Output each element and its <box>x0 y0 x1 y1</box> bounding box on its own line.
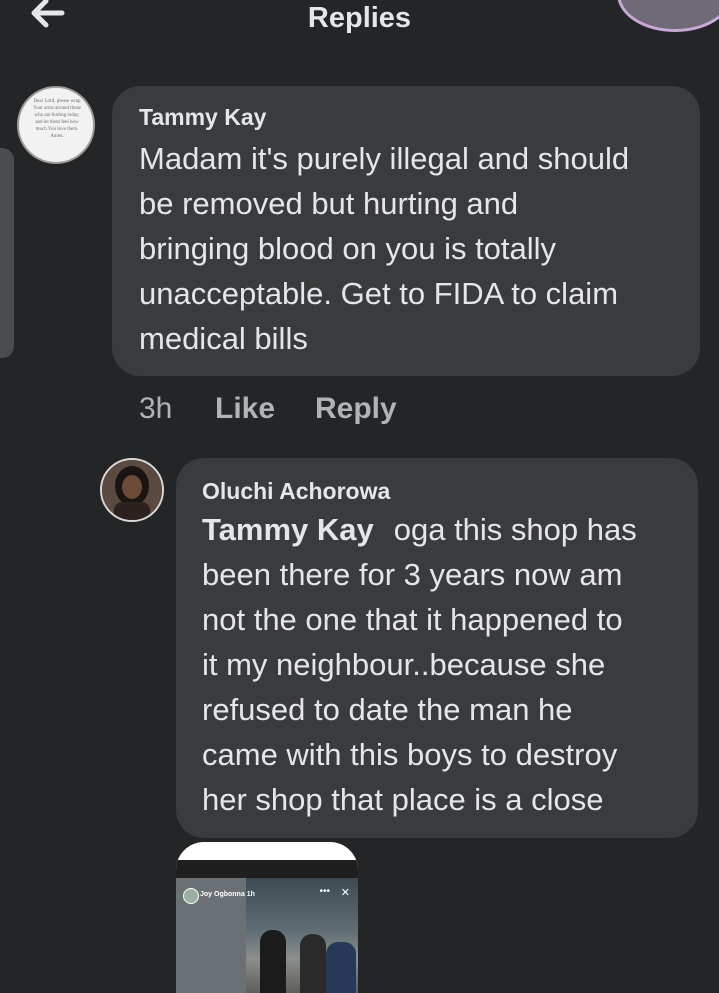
comment-line: unacceptable. Get to FIDA to claim <box>139 276 619 311</box>
comment-bubble[interactable]: Tammy Kay Madam it's purely illegal and … <box>112 86 700 376</box>
avatar-tammy-kay[interactable]: Dear Lord, please wrap Your arms around … <box>17 86 95 164</box>
comment-line: came with this boys to destroy <box>202 737 618 772</box>
poster-meta: Joy Ogbonna 1h <box>200 891 255 898</box>
comment-author[interactable]: Tammy Kay <box>139 104 266 131</box>
avatar-quote-text: Dear Lord, please wrap Your arms around … <box>33 99 81 139</box>
comment-line: bringing blood on you is totally <box>139 231 557 266</box>
poster-time: 1h <box>246 891 255 898</box>
comment-text: Tammy Kay oga this shop has been there fo… <box>202 507 637 822</box>
comment-timestamp[interactable]: 3h <box>139 392 172 426</box>
attached-image[interactable]: Joy Ogbonna 1h ••• ✕ <box>176 842 358 993</box>
image-status-bar <box>176 860 358 878</box>
comment-line: her shop that place is a close <box>202 782 604 817</box>
comment-line: Madam it's purely illegal and should <box>139 141 630 176</box>
photo-person <box>300 934 326 993</box>
comment-author[interactable]: Oluchi Achorowa <box>202 478 390 505</box>
poster-avatar-icon <box>183 888 199 904</box>
close-icon: ✕ <box>340 887 350 899</box>
comment-line: it my neighbour..because she <box>202 647 606 682</box>
mention-link[interactable]: Tammy Kay <box>202 512 374 547</box>
comment-line: be removed but hurting and <box>139 186 519 221</box>
comment-line: refused to date the man he <box>202 692 573 727</box>
avatar-oluchi-achorowa[interactable] <box>100 458 164 522</box>
photo-person <box>260 930 286 993</box>
photo-person <box>326 942 356 993</box>
more-dots-icon: ••• <box>319 886 330 897</box>
comment-line: oga this shop has <box>393 512 637 547</box>
top-bar: Replies <box>0 0 719 40</box>
comment-line: not the one that it happened to <box>202 602 623 637</box>
like-button[interactable]: Like <box>215 392 275 426</box>
side-scroll-handle[interactable] <box>0 148 14 358</box>
comment-line: been there for 3 years now am <box>202 557 623 592</box>
reply-bubble[interactable]: Oluchi Achorowa Tammy Kay oga this shop h… <box>176 458 698 838</box>
page-title: Replies <box>307 2 412 34</box>
reply-button[interactable]: Reply <box>315 392 397 426</box>
person-photo-icon <box>102 460 162 520</box>
comment-text: Madam it's purely illegal and should be … <box>139 136 629 361</box>
poster-name: Joy Ogbonna <box>200 891 245 898</box>
comment-line: medical bills <box>139 321 308 356</box>
